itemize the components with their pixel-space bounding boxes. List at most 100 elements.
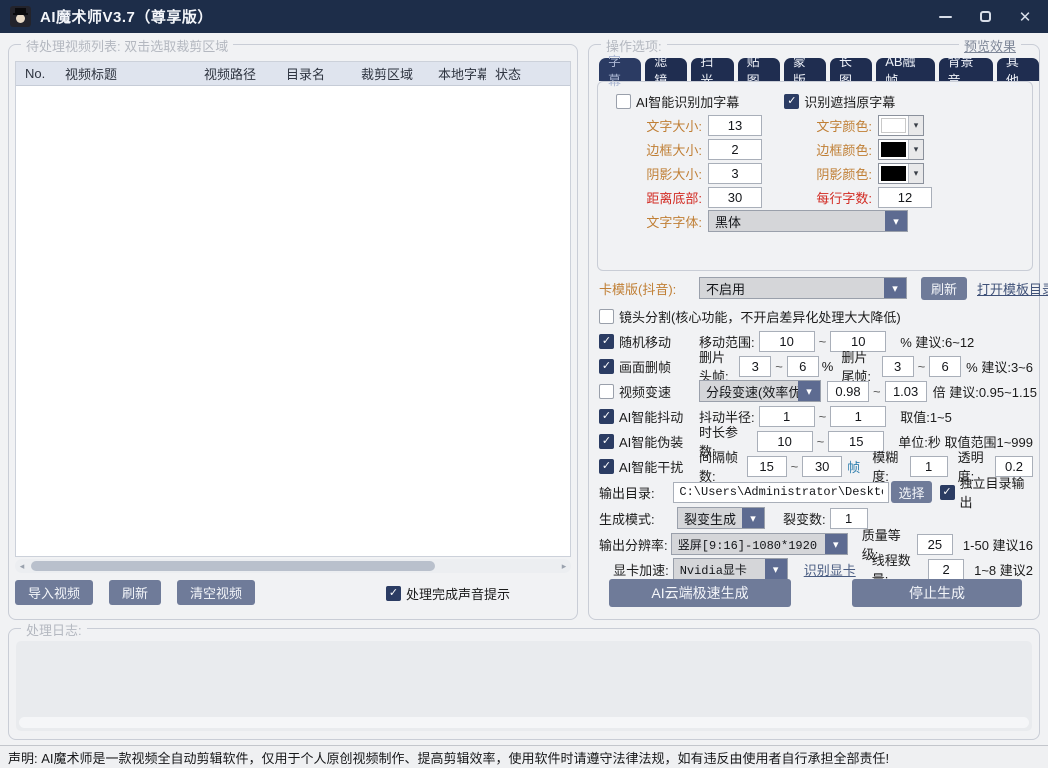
move-range-min-input[interactable]: [759, 331, 815, 352]
ai-disguise-checkbox[interactable]: ✓: [599, 434, 614, 449]
font-family-label: 文字字体:: [614, 212, 702, 231]
card-template-label: 卡模版(抖音):: [599, 279, 676, 298]
shadow-color-chevron-down-icon[interactable]: ▾: [908, 164, 923, 183]
interval-max-input[interactable]: [802, 456, 842, 477]
gpu-accel-label: 显卡加速:: [599, 560, 673, 579]
font-size-input[interactable]: [708, 115, 762, 136]
scrollbar-thumb[interactable]: [31, 561, 435, 571]
log-output-area[interactable]: [16, 641, 1032, 731]
frame-trim-label: 画面删帧: [619, 357, 699, 376]
window-title: AI魔术师V3.7（尊享版）: [40, 6, 213, 27]
template-refresh-button[interactable]: 刷新: [921, 277, 967, 300]
trim-head-max-input[interactable]: [787, 356, 819, 377]
border-color-chevron-down-icon[interactable]: ▾: [908, 140, 923, 159]
speed-change-checkbox[interactable]: [599, 384, 614, 399]
maximize-icon[interactable]: [972, 6, 998, 28]
sound-alert-label: 处理完成声音提示: [406, 584, 510, 603]
shadow-color-label: 阴影颜色:: [800, 164, 872, 183]
sound-alert-checkbox[interactable]: ✓: [386, 586, 401, 601]
trim-tail-max-input[interactable]: [929, 356, 961, 377]
tab-mask[interactable]: 蒙版: [784, 58, 826, 81]
threads-input[interactable]: [928, 559, 964, 580]
col-subtitle: 本地字幕: [429, 64, 486, 83]
border-size-input[interactable]: [708, 139, 762, 160]
shake-min-input[interactable]: [759, 406, 815, 427]
minimize-icon[interactable]: [932, 6, 958, 28]
tab-bgm[interactable]: 背景音: [939, 58, 993, 81]
tab-filter[interactable]: 滤镜: [645, 58, 687, 81]
tab-sticker[interactable]: 贴图: [738, 58, 780, 81]
ai-shake-checkbox[interactable]: ✓: [599, 409, 614, 424]
random-move-checkbox[interactable]: ✓: [599, 334, 614, 349]
border-size-label: 边框大小:: [614, 140, 702, 159]
tab-ab-blend[interactable]: AB融帧: [876, 58, 934, 81]
mask-original-subtitle-checkbox[interactable]: ✓: [784, 94, 799, 109]
generate-mode-label: 生成模式:: [599, 509, 677, 528]
font-color-dropdown[interactable]: ▾: [878, 115, 924, 136]
video-table[interactable]: No. 视频标题 视频路径 目录名 裁剪区域 本地字幕 状态: [15, 61, 571, 557]
speed-max-input[interactable]: [885, 381, 927, 402]
lens-split-checkbox[interactable]: [599, 309, 614, 324]
speed-min-input[interactable]: [827, 381, 869, 402]
font-color-chevron-down-icon[interactable]: ▾: [908, 116, 923, 135]
independent-dir-checkbox[interactable]: ✓: [940, 485, 955, 500]
card-template-dropdown[interactable]: 不启用 ▾: [699, 277, 907, 299]
frame-trim-checkbox[interactable]: ✓: [599, 359, 614, 374]
card-template-chevron-down-icon[interactable]: ▾: [884, 278, 906, 298]
refresh-list-button[interactable]: 刷新: [109, 580, 161, 605]
fission-count-label: 裂变数:: [783, 509, 826, 528]
font-family-dropdown[interactable]: 黑体 ▾: [708, 210, 908, 232]
tab-sweep-light[interactable]: 扫光: [691, 58, 733, 81]
interval-min-input[interactable]: [747, 456, 787, 477]
speed-mode-chevron-down-icon[interactable]: ▾: [798, 381, 820, 401]
scroll-left-icon[interactable]: ◂: [15, 561, 29, 572]
clear-video-button[interactable]: 清空视频: [177, 580, 255, 605]
generate-mode-value: 裂变生成: [678, 508, 742, 528]
disguise-min-input[interactable]: [757, 431, 813, 452]
interfere-unit-label: 帧: [847, 457, 860, 476]
border-color-dropdown[interactable]: ▾: [878, 139, 924, 160]
video-list-panel: 待处理视频列表: 双击选取裁剪区域 No. 视频标题 视频路径 目录名 裁剪区域…: [8, 44, 578, 620]
move-range-hint: % 建议:6~12: [900, 332, 974, 351]
detect-gpu-link[interactable]: 识别显卡: [804, 560, 856, 579]
tab-subtitle[interactable]: 字幕: [599, 58, 641, 81]
trim-tail-min-input[interactable]: [882, 356, 914, 377]
generate-mode-chevron-down-icon[interactable]: ▾: [742, 508, 764, 528]
log-scrollbar[interactable]: [19, 717, 1029, 728]
trim-head-min-input[interactable]: [739, 356, 771, 377]
gpu-chevron-down-icon[interactable]: ▾: [765, 559, 787, 579]
disclaimer-bar: 声明: AI魔术师是一款视频全自动剪辑软件，仅用于个人原创视频制作、提高剪辑效率…: [0, 745, 1048, 768]
card-template-value: 不启用: [700, 278, 884, 298]
chars-per-line-input[interactable]: [878, 187, 932, 208]
generate-mode-dropdown[interactable]: 裂变生成 ▾: [677, 507, 765, 529]
ai-interfere-checkbox[interactable]: ✓: [599, 459, 614, 474]
shake-max-input[interactable]: [830, 406, 886, 427]
tab-long-image[interactable]: 长图: [830, 58, 872, 81]
import-video-button[interactable]: 导入视频: [15, 580, 93, 605]
shadow-size-input[interactable]: [708, 163, 762, 184]
bottom-margin-input[interactable]: [708, 187, 762, 208]
open-template-dir-link[interactable]: 打开模板目录: [977, 279, 1048, 298]
video-list-legend: 待处理视频列表: 双击选取裁剪区域: [21, 36, 233, 55]
resolution-dropdown[interactable]: 竖屏[9:16]-1080*1920 ▾: [671, 533, 848, 555]
title-bar: AI魔术师V3.7（尊享版） ✕: [0, 0, 1048, 33]
scroll-right-icon[interactable]: ▸: [557, 561, 571, 572]
stop-generate-button[interactable]: 停止生成: [852, 579, 1022, 607]
resolution-value: 竖屏[9:16]-1080*1920: [672, 534, 825, 554]
ai-interfere-label: AI智能干扰: [619, 457, 699, 476]
choose-dir-button[interactable]: 选择: [891, 481, 931, 503]
tilde-separator: ~: [791, 459, 799, 474]
speed-hint: 倍 建议:0.95~1.15: [933, 382, 1037, 401]
font-family-chevron-down-icon[interactable]: ▾: [885, 211, 907, 231]
horizontal-scrollbar[interactable]: ◂ ▸: [15, 559, 571, 573]
close-icon[interactable]: ✕: [1012, 6, 1038, 28]
cloud-generate-button[interactable]: AI云端极速生成: [609, 579, 791, 607]
shadow-color-dropdown[interactable]: ▾: [878, 163, 924, 184]
ai-add-subtitle-checkbox[interactable]: [616, 94, 631, 109]
speed-mode-dropdown[interactable]: 分段变速(效率优 ▾: [699, 380, 821, 402]
gpu-dropdown[interactable]: Nvidia显卡 ▾: [673, 558, 788, 580]
tab-other[interactable]: 其他: [997, 58, 1039, 81]
border-color-label: 边框颜色:: [800, 140, 872, 159]
resolution-chevron-down-icon[interactable]: ▾: [825, 534, 847, 554]
output-dir-input[interactable]: [673, 482, 889, 503]
